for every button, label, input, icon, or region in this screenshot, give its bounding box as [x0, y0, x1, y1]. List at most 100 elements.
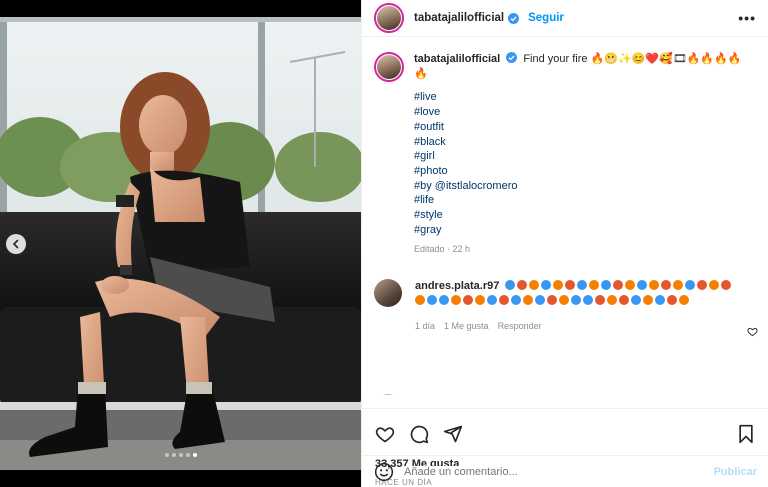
commenter-username[interactable]: andres.plata.r97 [415, 280, 499, 292]
emoji-glyph [511, 295, 521, 306]
emoji-glyph [607, 295, 617, 306]
emoji-glyph [685, 280, 696, 291]
emoji-glyph [523, 295, 533, 306]
emoji-glyph [439, 295, 449, 306]
comment-like-heart-icon[interactable] [747, 326, 758, 337]
emoji-glyph [595, 295, 605, 306]
emoji-glyph [487, 295, 497, 306]
share-button[interactable] [443, 424, 463, 444]
post-comment-button[interactable]: Publicar [714, 466, 757, 478]
post-side-panel: tabatajalilofficial Seguir ••• tabatajal… [361, 0, 768, 487]
emoji-glyph [601, 280, 612, 291]
carousel-dot [185, 453, 190, 457]
post-media [0, 0, 361, 487]
emoji-glyph [613, 280, 624, 291]
comments-list[interactable]: tabatajalilofficial Find your fire 🔥😬✨😊❤… [362, 37, 768, 408]
emoji-glyph [571, 295, 581, 306]
carousel-dot [178, 453, 183, 457]
hashtag-link[interactable]: #by @itstlalocromero [414, 179, 744, 194]
follow-button[interactable]: Seguir [528, 12, 564, 24]
emoji-glyph [643, 295, 653, 306]
emoji-glyph [535, 295, 545, 306]
carousel-dot [164, 453, 169, 457]
emoji-glyph [553, 280, 564, 291]
comment-item: andres.plata.r97 1 día 1 Me gusta Respon… [374, 279, 756, 334]
author-avatar[interactable] [374, 3, 404, 33]
comment-icon [410, 425, 429, 443]
comment-reply-button[interactable]: Responder [498, 319, 542, 334]
comment-age: 1 día [415, 321, 436, 332]
author-username[interactable]: tabatajalilofficial [414, 12, 504, 24]
emoji-glyph [709, 280, 720, 291]
caption-author-avatar[interactable] [374, 52, 404, 82]
commenter-avatar[interactable] [374, 279, 402, 308]
hashtag-link[interactable]: #love [414, 105, 744, 120]
emoji-glyph [541, 280, 552, 291]
hashtag-list: #live #love #outfit #black #girl #photo #by @i… [414, 90, 744, 237]
emoji-glyph [619, 295, 629, 306]
more-options-icon[interactable]: ••• [738, 10, 756, 26]
emoji-glyph [661, 280, 672, 291]
emoji-glyph [499, 295, 509, 306]
caption-text: Find your fire [523, 53, 588, 65]
caption: tabatajalilofficial Find your fire 🔥😬✨😊❤… [374, 52, 756, 257]
emoji-glyph [697, 280, 708, 291]
emoji-glyph [475, 295, 485, 306]
bookmark-icon [739, 424, 753, 443]
emoji-glyph [673, 280, 684, 291]
add-comment-bar: Publicar [362, 455, 768, 487]
emoji-glyph [637, 280, 648, 291]
emoji-glyph [655, 295, 665, 306]
post-dialog: tabatajalilofficial Seguir ••• tabatajal… [0, 0, 768, 487]
emoji-glyph [589, 280, 600, 291]
caption-username[interactable]: tabatajalilofficial [414, 53, 500, 65]
carousel-indicator [0, 453, 361, 457]
verified-badge-icon [508, 12, 520, 24]
emoji-glyph [577, 280, 588, 291]
post-header: tabatajalilofficial Seguir ••• [362, 0, 768, 37]
emoji-glyph [517, 280, 528, 291]
comment-likes[interactable]: 1 Me gusta [444, 319, 489, 334]
emoji-glyph [631, 295, 641, 306]
emoji-glyph [547, 295, 557, 306]
emoji-glyph [559, 295, 569, 306]
emoji-glyph [721, 280, 732, 291]
post-photo[interactable] [0, 17, 361, 470]
emoji-glyph [667, 295, 677, 306]
emoji-icon[interactable] [374, 462, 394, 482]
carousel-prev-button[interactable] [6, 234, 26, 254]
carousel-dot [171, 453, 176, 457]
hashtag-link[interactable]: #life [414, 193, 744, 208]
heart-icon [375, 426, 395, 442]
emoji-glyph [565, 280, 576, 291]
comment-meta: 1 día 1 Me gusta Responder [415, 319, 735, 334]
carousel-dot [192, 453, 197, 457]
emoji-glyph [649, 280, 660, 291]
emoji-glyph [529, 280, 540, 291]
post-actions [362, 408, 768, 458]
like-button[interactable] [375, 424, 395, 444]
emoji-glyph [625, 280, 636, 291]
hashtag-link[interactable]: #girl [414, 149, 744, 164]
send-icon [443, 425, 463, 442]
chevron-left-icon [12, 239, 19, 249]
hashtag-link[interactable]: #black [414, 135, 744, 150]
comment-input[interactable] [404, 465, 714, 478]
hashtag-link[interactable]: #outfit [414, 120, 744, 135]
verified-badge-icon [506, 52, 518, 63]
emoji-glyph [505, 280, 516, 291]
hashtag-link[interactable]: #photo [414, 164, 744, 179]
hashtag-link[interactable]: #live [414, 90, 744, 105]
emoji-glyph [451, 295, 461, 306]
save-button[interactable] [737, 424, 755, 444]
emoji-glyph [679, 295, 689, 306]
emoji-glyph [427, 295, 437, 306]
emoji-glyph [583, 295, 593, 306]
comment-button[interactable] [409, 424, 429, 444]
next-comment-partial [374, 387, 604, 395]
hashtag-link[interactable]: #style [414, 208, 744, 223]
caption-meta: Editado · 22 h [414, 244, 471, 255]
emoji-glyph [415, 295, 425, 306]
emoji-glyph [463, 295, 473, 306]
hashtag-link[interactable]: #gray [414, 223, 744, 238]
